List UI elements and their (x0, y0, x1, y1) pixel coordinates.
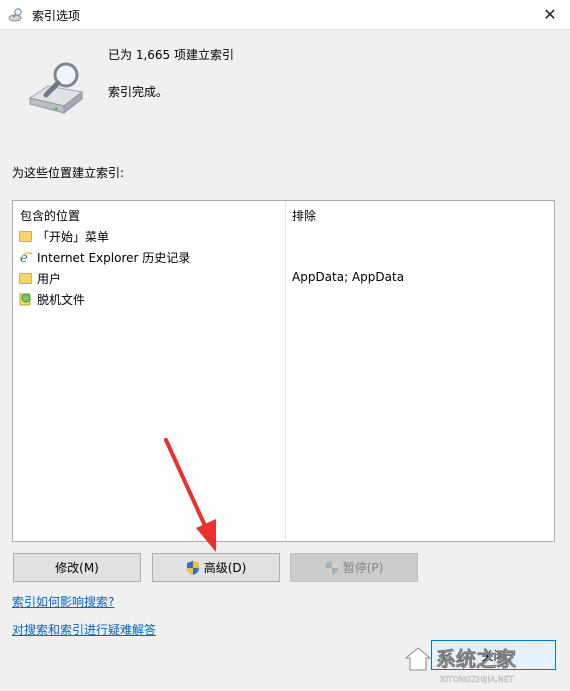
watermark-logo: 系统之家 XITONGZHIJIA.NET (404, 647, 517, 684)
location-name: 用户 (37, 272, 62, 286)
location-excluded: AppData; AppData (292, 270, 405, 284)
location-name: 「开始」菜单 (37, 230, 110, 244)
watermark-subtext: XITONGZHIJIA.NET (440, 675, 514, 684)
watermark-text: 系统之家 (436, 647, 517, 671)
folder-icon (19, 229, 33, 243)
index-status-text: 索引完成。 (108, 85, 169, 99)
title-bar: 索引选项 ✕ (0, 0, 570, 30)
column-header-excluded[interactable]: 排除 (292, 207, 316, 224)
indexed-count-text: 已为 1,665 项建立索引 (108, 48, 234, 62)
uac-shield-icon (186, 560, 199, 575)
how-indexing-affects-search-link[interactable]: 索引如何影响搜索? (12, 593, 114, 610)
advanced-button[interactable]: 高级(D) (152, 553, 280, 582)
pause-button[interactable]: 暂停(P) (290, 553, 418, 582)
location-name: 脱机文件 (37, 293, 86, 307)
locations-list[interactable]: 包含的位置 排除 「开始」菜单 e Internet Explorer 历史记录… (12, 200, 555, 542)
modify-button[interactable]: 修改(M) (13, 553, 141, 582)
modify-button-label: 修改(M) (55, 561, 99, 575)
column-header-included[interactable]: 包含的位置 (20, 207, 80, 224)
uac-shield-icon (325, 560, 338, 575)
list-item[interactable]: 脱机文件 (13, 289, 554, 309)
location-name: Internet Explorer 历史记录 (37, 251, 191, 265)
ie-icon: e (19, 251, 33, 264)
list-item[interactable]: 「开始」菜单 (13, 226, 554, 246)
troubleshoot-link[interactable]: 对搜索和索引进行疑难解答 (12, 621, 156, 638)
pause-button-label: 暂停(P) (342, 561, 384, 575)
list-item[interactable]: e Internet Explorer 历史记录 (13, 247, 554, 267)
indexing-options-icon (8, 8, 22, 22)
locations-label: 为这些位置建立索引: (12, 166, 125, 180)
advanced-button-label: 高级(D) (203, 561, 247, 575)
folder-icon (19, 271, 33, 285)
window-title: 索引选项 (32, 9, 81, 23)
drive-magnifier-icon (28, 62, 84, 115)
list-item[interactable]: 用户 AppData; AppData (13, 268, 554, 288)
offline-files-icon (19, 293, 31, 306)
close-icon[interactable]: ✕ (530, 0, 570, 29)
